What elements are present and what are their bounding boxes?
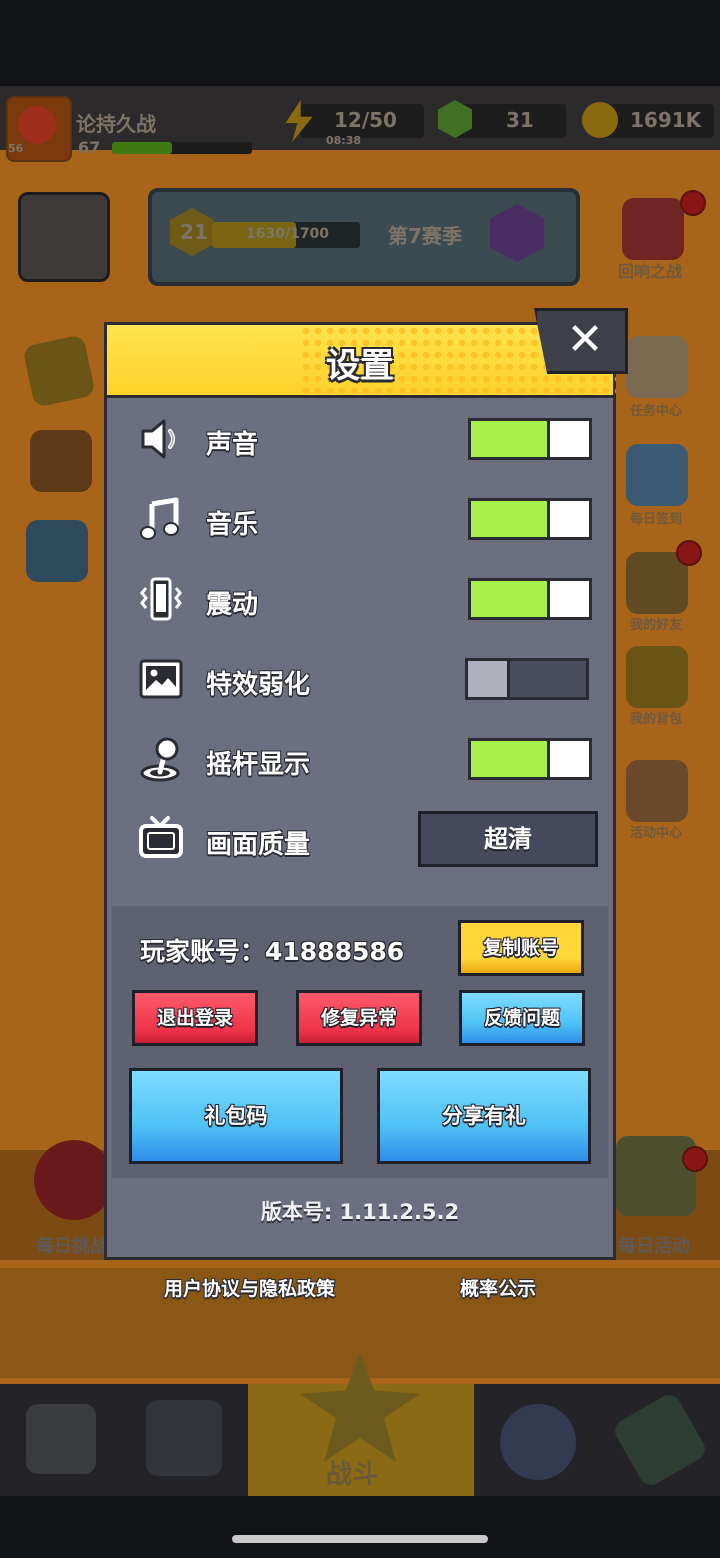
task-center-icon[interactable] — [626, 336, 688, 398]
season-progress: 1630/1700 — [246, 226, 330, 242]
user-agreement-link[interactable]: 用户协议与隐私政策 — [164, 1274, 335, 1301]
shop-tab-icon[interactable] — [26, 1404, 96, 1474]
share-button[interactable]: 分享有礼 — [377, 1068, 591, 1164]
friends-notification-dot — [676, 540, 702, 566]
season-name: 第7赛季 — [388, 224, 462, 248]
talent-tab-icon[interactable] — [500, 1404, 576, 1480]
gem-value: 31 — [506, 108, 534, 132]
coin-icon — [582, 102, 618, 138]
left-event-icon[interactable] — [22, 334, 96, 408]
close-icon[interactable]: ✕ — [560, 314, 610, 366]
image-icon — [139, 659, 183, 699]
toggle-knob — [547, 501, 589, 537]
energy-value: 12/50 — [334, 108, 397, 132]
account-id: 41888586 — [265, 937, 405, 966]
echo-battle-icon[interactable] — [622, 198, 684, 260]
xp-bar-fill — [112, 142, 172, 154]
battle-tab-label: 战斗 — [326, 1460, 379, 1490]
music-note-icon — [140, 497, 179, 540]
daily-signin-label: 每日签到 — [630, 512, 683, 527]
effects-toggle[interactable] — [465, 658, 589, 700]
avatar-badge: 56 — [8, 142, 24, 155]
toggle-knob — [547, 421, 589, 457]
sound-label: 声音 — [206, 430, 259, 460]
activity-center-icon[interactable] — [626, 760, 688, 822]
vibration-label: 震动 — [206, 590, 259, 620]
probability-link[interactable]: 概率公示 — [460, 1274, 536, 1301]
season-level: 21 — [180, 220, 208, 244]
daily-challenge-icon[interactable] — [34, 1140, 114, 1220]
left-upgrade-icon[interactable] — [30, 430, 92, 492]
toggle-knob — [547, 741, 589, 777]
dialog-title: 设置 — [326, 346, 394, 386]
menu-button[interactable] — [18, 192, 110, 282]
daily-event-label: 每日活动 — [618, 1236, 690, 1257]
left-shop-cart-icon[interactable] — [26, 520, 88, 582]
daily-signin-icon[interactable] — [626, 444, 688, 506]
joystick-icon — [140, 737, 180, 782]
account-label: 玩家账号： — [140, 937, 266, 966]
vibration-toggle[interactable] — [468, 578, 592, 620]
speaker-icon — [141, 419, 175, 459]
daily-challenge-label: 每日挑战 — [36, 1236, 108, 1257]
backpack-label: 我的背包 — [630, 712, 683, 727]
effects-label: 特效弱化 — [206, 670, 311, 700]
repair-button[interactable]: 修复异常 — [296, 990, 422, 1046]
toggle-knob — [468, 661, 510, 697]
daily-event-dot — [682, 1146, 708, 1172]
energy-timer: 08:38 — [326, 134, 362, 147]
account-id-row: 玩家账号：41888586 — [140, 932, 404, 968]
player-title: 论持久战 — [76, 112, 156, 136]
task-center-label: 任务中心 — [630, 404, 683, 419]
sound-toggle[interactable] — [468, 418, 592, 460]
quality-select[interactable]: 超清 — [418, 811, 598, 867]
copy-account-button[interactable]: 复制账号 — [458, 920, 584, 976]
coin-value: 1691K — [630, 108, 702, 132]
vibration-icon — [140, 577, 182, 621]
feedback-button[interactable]: 反馈问题 — [459, 990, 585, 1046]
avatar-face-icon — [18, 106, 56, 144]
equipment-tab-icon[interactable] — [146, 1400, 222, 1476]
home-indicator — [232, 1535, 488, 1543]
echo-battle-label: 回响之战 — [618, 262, 683, 281]
logout-button[interactable]: 退出登录 — [132, 990, 258, 1046]
music-toggle[interactable] — [468, 498, 592, 540]
activity-center-label: 活动中心 — [630, 826, 683, 841]
backpack-icon[interactable] — [626, 646, 688, 708]
player-level: 67 — [78, 138, 101, 157]
joystick-label: 摇杆显示 — [206, 750, 311, 780]
joystick-toggle[interactable] — [468, 738, 592, 780]
quality-label: 画面质量 — [206, 830, 311, 860]
friends-label: 我的好友 — [630, 618, 683, 633]
toggle-knob — [547, 581, 589, 617]
gift-code-button[interactable]: 礼包码 — [129, 1068, 343, 1164]
notification-dot — [680, 190, 706, 216]
music-label: 音乐 — [206, 510, 259, 540]
daily-event-icon[interactable] — [616, 1136, 696, 1216]
version-text: 版本号: 1.11.2.5.2 — [260, 1200, 460, 1224]
tv-icon — [139, 816, 183, 858]
